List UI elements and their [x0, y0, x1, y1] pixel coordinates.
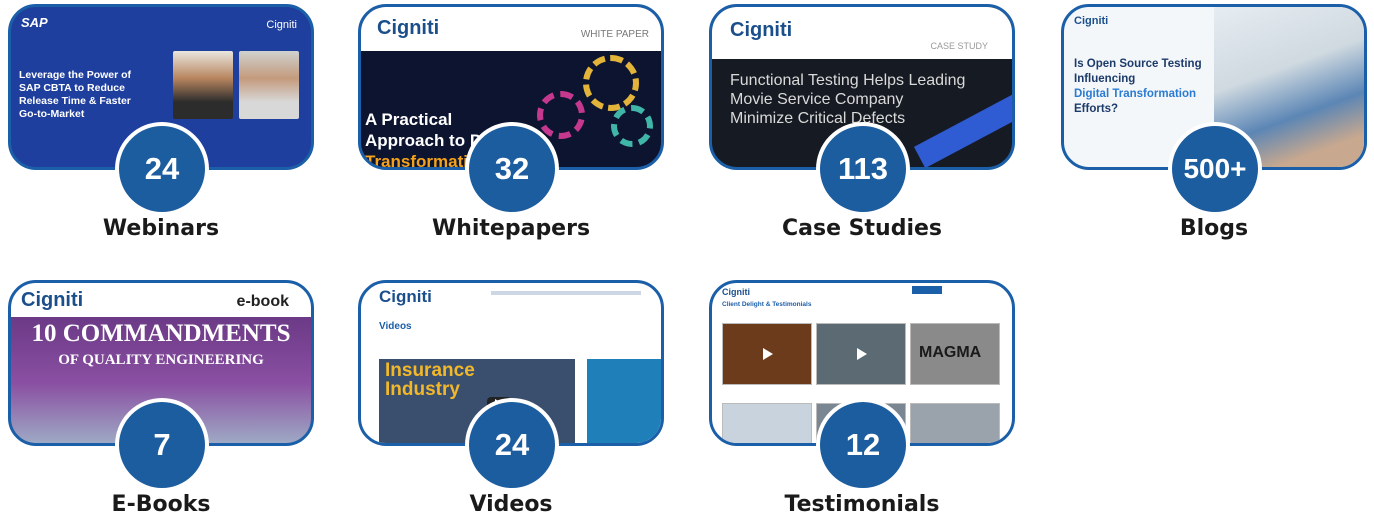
nav-bar — [491, 291, 641, 295]
cigniti-logo: Cigniti — [21, 289, 84, 311]
video-tile[interactable] — [587, 359, 661, 443]
count-badge: 500+ — [1168, 122, 1262, 216]
white-paper-tag: WHITE PAPER — [580, 29, 649, 40]
ebook-tag: e-book — [236, 293, 289, 310]
video-title: Insurance Industry — [385, 360, 475, 400]
play-icon — [857, 348, 867, 360]
video-tile[interactable]: MAGMA — [910, 323, 1000, 385]
cigniti-logo: Cigniti — [730, 19, 793, 41]
count-badge: 12 — [816, 398, 910, 492]
card-label[interactable]: Testimonials — [709, 492, 1015, 517]
case-study-tag: CASE STUDY — [930, 41, 988, 51]
card-label[interactable]: Videos — [358, 492, 664, 517]
cigniti-logo: Cigniti — [722, 287, 750, 297]
speaker-photo — [173, 51, 233, 119]
card-label[interactable]: Blogs — [1061, 216, 1367, 241]
cigniti-logo: Cigniti — [377, 17, 440, 39]
video-tile[interactable] — [816, 323, 906, 385]
webinar-headline: Leverage the Power of SAP CBTA to Reduce… — [19, 69, 132, 120]
sap-logo: SAP — [21, 15, 48, 30]
video-tile[interactable] — [910, 403, 1000, 443]
count-badge: 24 — [465, 398, 559, 492]
videos-heading: Videos — [379, 321, 412, 332]
video-tile[interactable] — [722, 403, 812, 443]
count-badge: 24 — [115, 122, 209, 216]
tile-text: MAGMA — [919, 344, 982, 361]
video-tile[interactable] — [722, 323, 812, 385]
card-label[interactable]: Whitepapers — [358, 216, 664, 241]
gear-icon — [537, 91, 585, 139]
case-study-headline: Functional Testing Helps Leading Movie S… — [730, 72, 966, 127]
count-badge: 32 — [465, 122, 559, 216]
nav-tab — [912, 286, 942, 294]
card-label[interactable]: Webinars — [8, 216, 314, 241]
cigniti-logo: Cigniti — [379, 287, 432, 306]
gear-icon — [611, 105, 653, 147]
speaker-photo — [239, 51, 299, 119]
cigniti-logo: Cigniti — [266, 19, 297, 31]
blog-headline: Is Open Source Testing Influencing Digit… — [1074, 58, 1202, 115]
gear-icon — [583, 55, 639, 111]
play-icon — [763, 348, 773, 360]
count-badge: 7 — [115, 398, 209, 492]
card-label[interactable]: Case Studies — [709, 216, 1015, 241]
cigniti-logo: Cigniti — [1074, 15, 1109, 27]
whitepaper-headline: A Practical Approach to D Transformati — [365, 110, 483, 170]
card-label[interactable]: E-Books — [8, 492, 314, 517]
testimonials-heading: Client Delight & Testimonials — [722, 301, 812, 308]
ebook-headline: 10 COMMANDMENTS OF QUALITY ENGINEERING — [31, 320, 291, 369]
count-badge: 113 — [816, 122, 910, 216]
